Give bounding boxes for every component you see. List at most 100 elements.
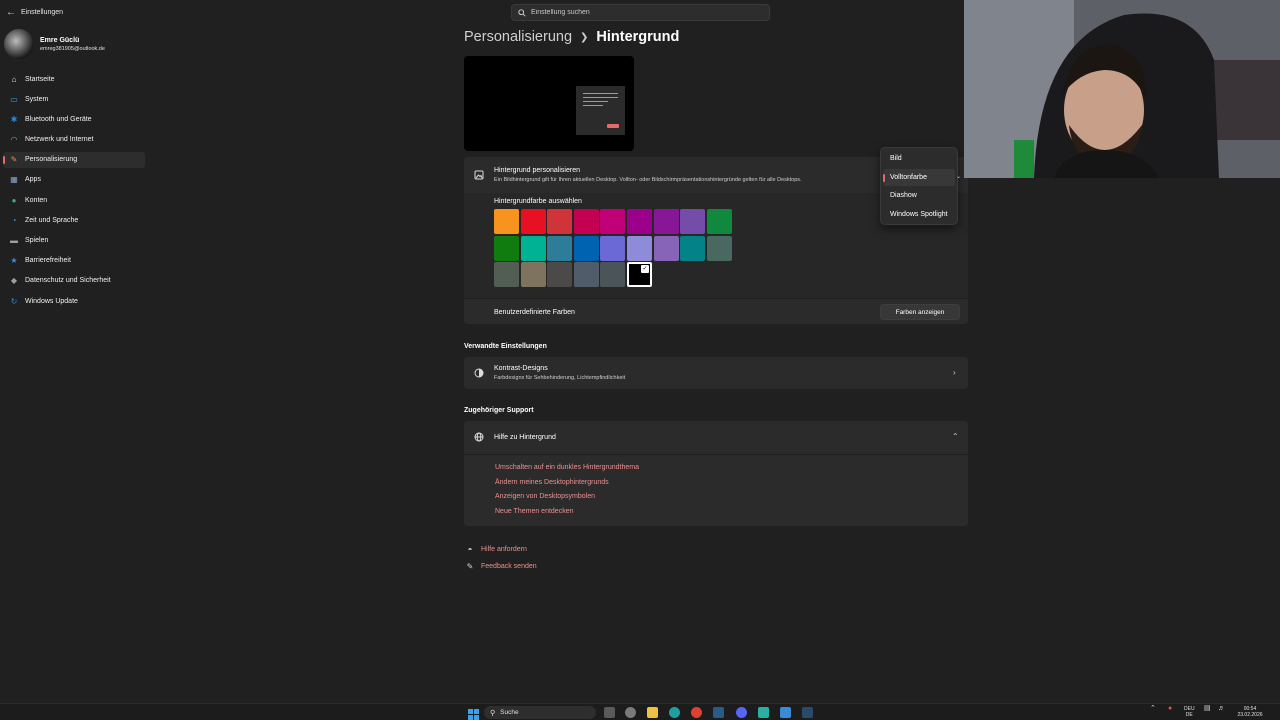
sidebar-item-windows-update[interactable]: ↻ Windows Update <box>3 293 145 309</box>
color-swatch[interactable] <box>706 235 732 261</box>
chevron-right-icon: › <box>953 368 956 377</box>
settings-gear-icon[interactable] <box>625 707 636 718</box>
discord-icon[interactable] <box>736 707 747 718</box>
sidebar-item-spielen[interactable]: ▬ Spielen <box>3 233 145 249</box>
color-swatch[interactable] <box>547 235 573 261</box>
sidebar-nav: ⌂ Startseite ▭ System ✱ Bluetooth und Geräte ◠… <box>0 71 150 309</box>
color-swatch[interactable] <box>600 209 626 234</box>
color-swatch[interactable] <box>520 262 546 287</box>
dropdown-option[interactable]: Bild <box>883 150 955 167</box>
sidebar-item-label: System <box>25 95 49 103</box>
background-subtitle: Ein Bildhintergrund gilt für Ihren aktue… <box>494 177 802 183</box>
sidebar-item-label: Konten <box>25 196 48 204</box>
help-link[interactable]: Ändern meines Desktophintergrunds <box>495 479 609 486</box>
color-swatch[interactable] <box>494 262 519 287</box>
related-heading: Verwandte Einstellungen <box>464 343 547 350</box>
back-button[interactable]: ← <box>3 4 19 20</box>
color-swatch[interactable] <box>520 235 546 261</box>
checkmark-icon: ✓ <box>641 265 649 273</box>
globe-icon <box>473 431 485 443</box>
user-profile[interactable]: Emre Güclü emreg381905@outlook.de <box>0 26 150 62</box>
help-link[interactable]: Anzeigen von Desktopsymbolen <box>495 493 595 500</box>
microphone-icon[interactable]: ● <box>1168 705 1172 712</box>
sidebar-item-bluetooth-und-ger-te[interactable]: ✱ Bluetooth und Geräte <box>3 111 145 127</box>
search-icon <box>518 8 526 17</box>
sidebar-item-netzwerk-und-internet[interactable]: ◠ Netzwerk und Internet <box>3 132 145 148</box>
color-swatch[interactable] <box>547 209 573 234</box>
accessibility-icon: ★ <box>10 256 18 266</box>
help-link[interactable]: Neue Themen entdecken <box>495 508 573 515</box>
sidebar-item-label: Datenschutz und Sicherheit <box>25 277 111 285</box>
sidebar-item-zeit-und-sprache[interactable]: ◔ Zeit und Sprache <box>3 212 145 228</box>
color-swatch[interactable] <box>706 209 732 234</box>
breadcrumb-parent[interactable]: Personalisierung <box>464 29 572 45</box>
sidebar-item-apps[interactable]: ▦ Apps <box>3 172 145 188</box>
steam-client-icon[interactable] <box>802 707 813 718</box>
task-view-icon[interactable] <box>604 707 615 718</box>
sidebar-item-label: Zeit und Sprache <box>25 216 79 224</box>
show-colors-button[interactable]: Farben anzeigen <box>880 304 960 320</box>
custom-colors-label: Benutzerdefinierte Farben <box>494 309 575 316</box>
sidebar-item-label: Windows Update <box>25 297 78 305</box>
edge-icon[interactable] <box>669 707 680 718</box>
color-swatch[interactable] <box>520 209 546 234</box>
network-icon[interactable]: ▤ <box>1204 705 1211 712</box>
sidebar-item-personalisierung[interactable]: ✎ Personalisierung <box>3 151 145 168</box>
color-swatch[interactable] <box>573 209 599 234</box>
color-swatch[interactable] <box>680 209 706 234</box>
person-icon: ● <box>11 195 17 205</box>
taskbar-search[interactable]: ⚲ Suche <box>484 706 596 719</box>
start-icon[interactable] <box>468 707 479 720</box>
profile-email: emreg381905@outlook.de <box>40 45 105 52</box>
sidebar-item-barrierefreiheit[interactable]: ★ Barrierefreiheit <box>3 253 145 269</box>
sidebar-item-label: Spielen <box>25 237 49 244</box>
color-swatch[interactable] <box>494 235 519 261</box>
feedback-link[interactable]: ✎ Feedback senden <box>465 561 537 571</box>
contrast-title: Kontrast-Designs <box>494 365 548 372</box>
chrome-icon[interactable] <box>691 707 702 718</box>
app-icon[interactable] <box>758 707 769 718</box>
color-swatch[interactable] <box>600 262 626 287</box>
app-title: Einstellungen <box>21 8 64 16</box>
color-swatch[interactable] <box>547 262 573 287</box>
color-swatch[interactable] <box>627 235 652 261</box>
desktop-preview <box>464 56 634 151</box>
color-swatch[interactable]: ✓ <box>627 262 652 287</box>
globe-clock-icon: ◔ <box>11 215 17 225</box>
color-swatch[interactable] <box>653 235 679 261</box>
steam-icon[interactable] <box>713 707 724 718</box>
sidebar-item-datenschutz-und-sicherheit[interactable]: ◆ Datenschutz und Sicherheit <box>3 273 145 289</box>
contrast-designs-row[interactable]: Kontrast-Designs Farbdesigns für Sehbehi… <box>464 357 968 389</box>
settings-search[interactable] <box>511 4 770 21</box>
chevron-up-icon[interactable]: ⌃ <box>1150 705 1156 712</box>
help-chat-icon: ◓ <box>467 544 473 554</box>
help-link[interactable]: Umschalten auf ein dunkles Hintergrundth… <box>495 464 639 471</box>
color-swatch[interactable] <box>573 235 599 261</box>
sidebar-item-startseite[interactable]: ⌂ Startseite <box>3 71 145 87</box>
color-swatch[interactable] <box>653 209 679 234</box>
gamepad-icon: ▬ <box>10 236 18 245</box>
dropdown-option[interactable]: Volltonfarbe <box>883 168 955 186</box>
get-help-link[interactable]: ◓ Hilfe anfordern <box>465 544 527 554</box>
color-swatch[interactable] <box>573 262 599 287</box>
color-swatch[interactable] <box>627 209 652 234</box>
volume-icon[interactable]: ♬ <box>1218 705 1225 712</box>
background-type-dropdown[interactable]: Bild Volltonfarbe Diashow Windows Spotlight <box>880 147 958 225</box>
file-explorer-icon[interactable] <box>647 707 658 718</box>
language-indicator[interactable]: DEU DE <box>1184 706 1195 718</box>
dropdown-option[interactable]: Diashow <box>883 187 955 204</box>
sidebar-item-konten[interactable]: ● Konten <box>3 192 145 208</box>
sidebar-item-system[interactable]: ▭ System <box>3 91 145 107</box>
help-links: Umschalten auf ein dunkles Hintergrundth… <box>464 455 968 526</box>
contrast-subtitle: Farbdesigns für Sehbehinderung, Lichtemp… <box>494 375 626 381</box>
color-swatch[interactable] <box>680 235 706 261</box>
help-background-row[interactable]: Hilfe zu Hintergrund ⌃ <box>464 421 968 454</box>
search-input[interactable] <box>531 9 751 16</box>
clock[interactable]: 00:54 23.02.2026 <box>1233 706 1267 718</box>
color-swatch[interactable] <box>600 235 626 261</box>
photos-icon[interactable] <box>780 707 791 718</box>
chevron-up-icon[interactable]: ⌃ <box>952 432 959 441</box>
color-swatch[interactable] <box>494 209 519 234</box>
dropdown-option[interactable]: Windows Spotlight <box>883 206 955 223</box>
wifi-icon: ◠ <box>10 135 18 145</box>
